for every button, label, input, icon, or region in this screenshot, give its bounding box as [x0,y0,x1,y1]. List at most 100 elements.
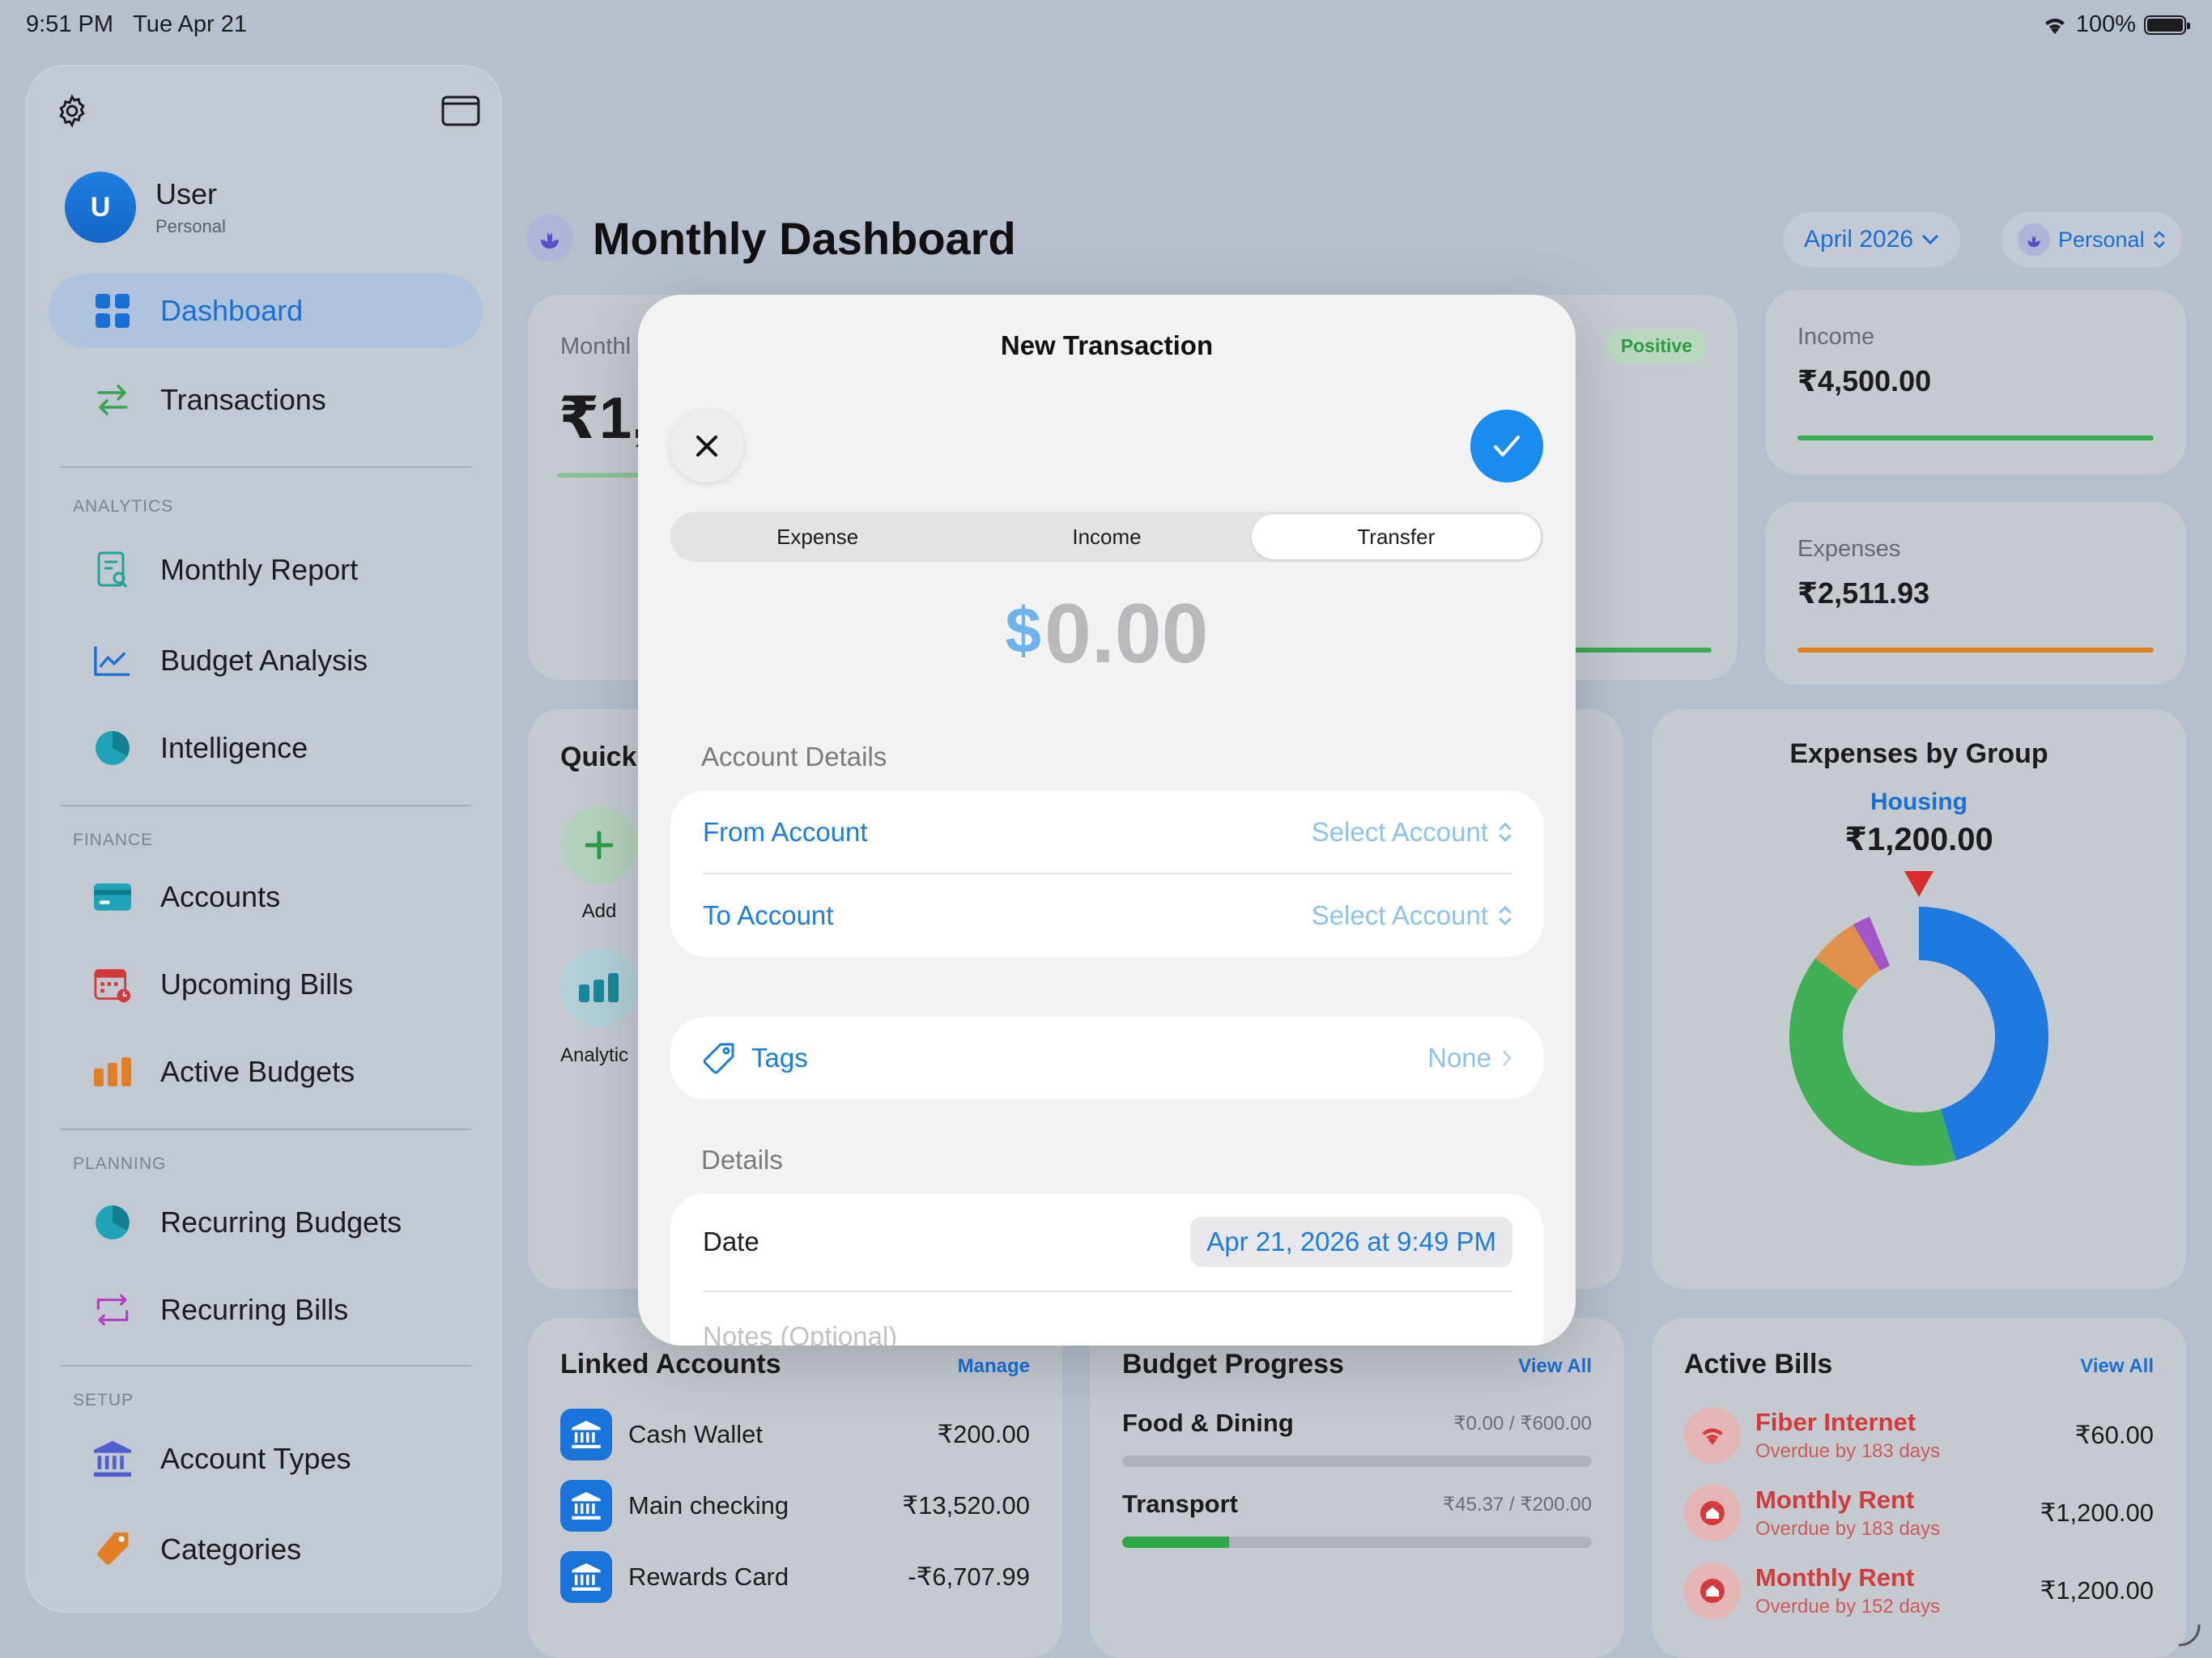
list-item[interactable]: Transport ₹45.37 / ₹200.00 [1122,1490,1592,1548]
sidebar-item-active-budgets[interactable]: Active Budgets [49,1035,483,1109]
list-item[interactable]: Monthly Rent Overdue by 183 days ₹1,200.0… [1684,1485,2154,1541]
repeat-icon [94,1291,131,1329]
plus-icon [585,831,614,860]
income-card[interactable]: Income ₹4,500.00 [1765,290,2186,474]
active-bills-title: Active Bills [1684,1349,1833,1380]
sidebar-item-monthly-report[interactable]: Monthly Report [49,533,483,607]
quick-title: Quick [560,742,637,772]
list-item[interactable]: Monthly Rent Overdue by 152 days ₹1,200.0… [1684,1562,2154,1619]
income-label: Income [1797,324,1875,350]
view-all-link[interactable]: View All [1518,1355,1592,1378]
selected-group: Housing [1870,789,1967,815]
user-name: User [155,177,218,210]
budget-progress-title: Budget Progress [1122,1349,1344,1380]
view-all-link[interactable]: View All [2080,1355,2154,1378]
trend-line [557,473,638,478]
tab-income[interactable]: Income [962,514,1251,559]
income-value: ₹4,500.00 [1797,364,1932,397]
close-button[interactable] [670,410,743,483]
modal-title: New Transaction [1000,330,1214,360]
bar-chart-icon [579,973,619,1002]
divider [703,1290,1512,1292]
user-subtitle: Personal [155,216,226,236]
sidebar-item-transactions[interactable]: Transactions [49,363,483,437]
checkmark-icon [1494,436,1520,457]
summary-value: ₹1, [559,386,649,451]
sidebar-item-recurring-bills[interactable]: Recurring Bills [49,1273,483,1347]
list-item[interactable]: Main checking ₹13,520.00 [560,1480,1030,1532]
tab-transfer[interactable]: Transfer [1251,514,1541,559]
pointer-triangle-icon [1904,871,1933,897]
chevron-down-icon [1922,234,1939,245]
card-icon [94,878,131,916]
month-picker[interactable]: April 2026 [1783,212,1961,267]
sidebar-item-accounts[interactable]: Accounts [49,860,483,934]
line-chart-icon [94,642,131,679]
app-logo-icon [526,215,573,261]
date-row: Date Apr 21, 2026 at 9:49 PM [670,1193,1543,1290]
date-picker[interactable]: Apr 21, 2026 at 9:49 PM [1190,1217,1512,1267]
details-header: Details [701,1145,783,1175]
pie-icon [94,1204,131,1241]
confirm-button[interactable] [1470,410,1543,483]
profile-picker[interactable]: Personal [2001,212,2182,267]
add-label: Add [581,900,617,922]
sidebar-item-budget-analysis[interactable]: Budget Analysis [49,623,483,698]
user-profile[interactable]: U User Personal [65,172,226,243]
section-finance: FINANCE [73,831,154,849]
active-bills-card: Active Bills View All Fiber Internet Over… [1652,1318,2186,1658]
account-details-header: Account Details [701,742,887,772]
chevron-updown-icon [1499,822,1512,842]
from-account-row[interactable]: From Account Select Account [670,790,1543,874]
analytics-button[interactable] [560,949,638,1027]
progress-bar [1122,1456,1592,1467]
currency-symbol: $ [1005,594,1042,666]
tab-expense[interactable]: Expense [673,514,962,559]
list-item[interactable]: Fiber Internet Overdue by 183 days ₹60.00 [1684,1407,2154,1464]
tags-group: Tags None [670,1017,1543,1099]
expenses-card[interactable]: Expenses ₹2,511.93 [1765,502,2186,685]
to-account-row[interactable]: To Account Select Account [670,874,1543,957]
resize-handle-icon[interactable] [2176,1622,2201,1647]
summary-label: Monthl [560,334,632,359]
add-button[interactable] [560,806,638,884]
settings-gear-icon[interactable] [52,91,92,131]
list-item[interactable]: Rewards Card -₹6,707.99 [560,1551,1030,1603]
status-time: 9:51 PM Tue Apr 21 [26,11,247,37]
manage-link[interactable]: Manage [958,1355,1030,1378]
expenses-value: ₹2,511.93 [1797,576,1930,610]
details-group: Date Apr 21, 2026 at 9:49 PM Notes (Opti… [670,1193,1543,1346]
sidebar-toggle-icon[interactable] [440,91,481,131]
amount-input[interactable]: $0.00 [638,586,1576,682]
tags-row[interactable]: Tags None [670,1017,1543,1099]
report-icon [94,551,131,589]
page-title: Monthly Dashboard [593,213,1016,264]
transaction-type-segmented-control: Expense Income Transfer [670,512,1543,562]
notes-field[interactable]: Notes (Optional) [670,1294,1543,1346]
sidebar-item-dashboard[interactable]: Dashboard [49,274,483,348]
list-item[interactable]: Food & Dining ₹0.00 / ₹600.00 [1122,1409,1592,1467]
sidebar-item-account-types[interactable]: Account Types [49,1422,483,1496]
chevron-updown-icon [1499,905,1512,926]
linked-accounts-card: Linked Accounts Manage Cash Wallet ₹200.… [528,1318,1062,1658]
sidebar-item-categories[interactable]: Categories [49,1512,483,1587]
donut-chart[interactable] [1789,907,2048,1166]
divider [60,1365,471,1367]
profile-icon [2018,223,2050,256]
tag-icon [94,1531,131,1568]
sidebar-item-intelligence[interactable]: Intelligence [49,711,483,785]
bank-icon [560,1551,612,1603]
bank-icon [560,1480,612,1532]
grid-icon [94,292,131,329]
sidebar-item-recurring-budgets[interactable]: Recurring Budgets [49,1185,483,1260]
chevron-updown-icon [2153,231,2165,249]
calendar-icon [94,966,131,1003]
house-icon [1684,1562,1741,1619]
sidebar-item-upcoming-bills[interactable]: Upcoming Bills [49,947,483,1022]
list-item[interactable]: Cash Wallet ₹200.00 [560,1409,1030,1460]
expenses-by-group-card: Expenses by Group Housing ₹1,200.00 [1652,709,2186,1289]
divider [60,466,471,468]
battery-percent: 100% [2075,11,2136,37]
wifi-icon [2044,18,2065,34]
bar-chart-icon [94,1053,131,1090]
